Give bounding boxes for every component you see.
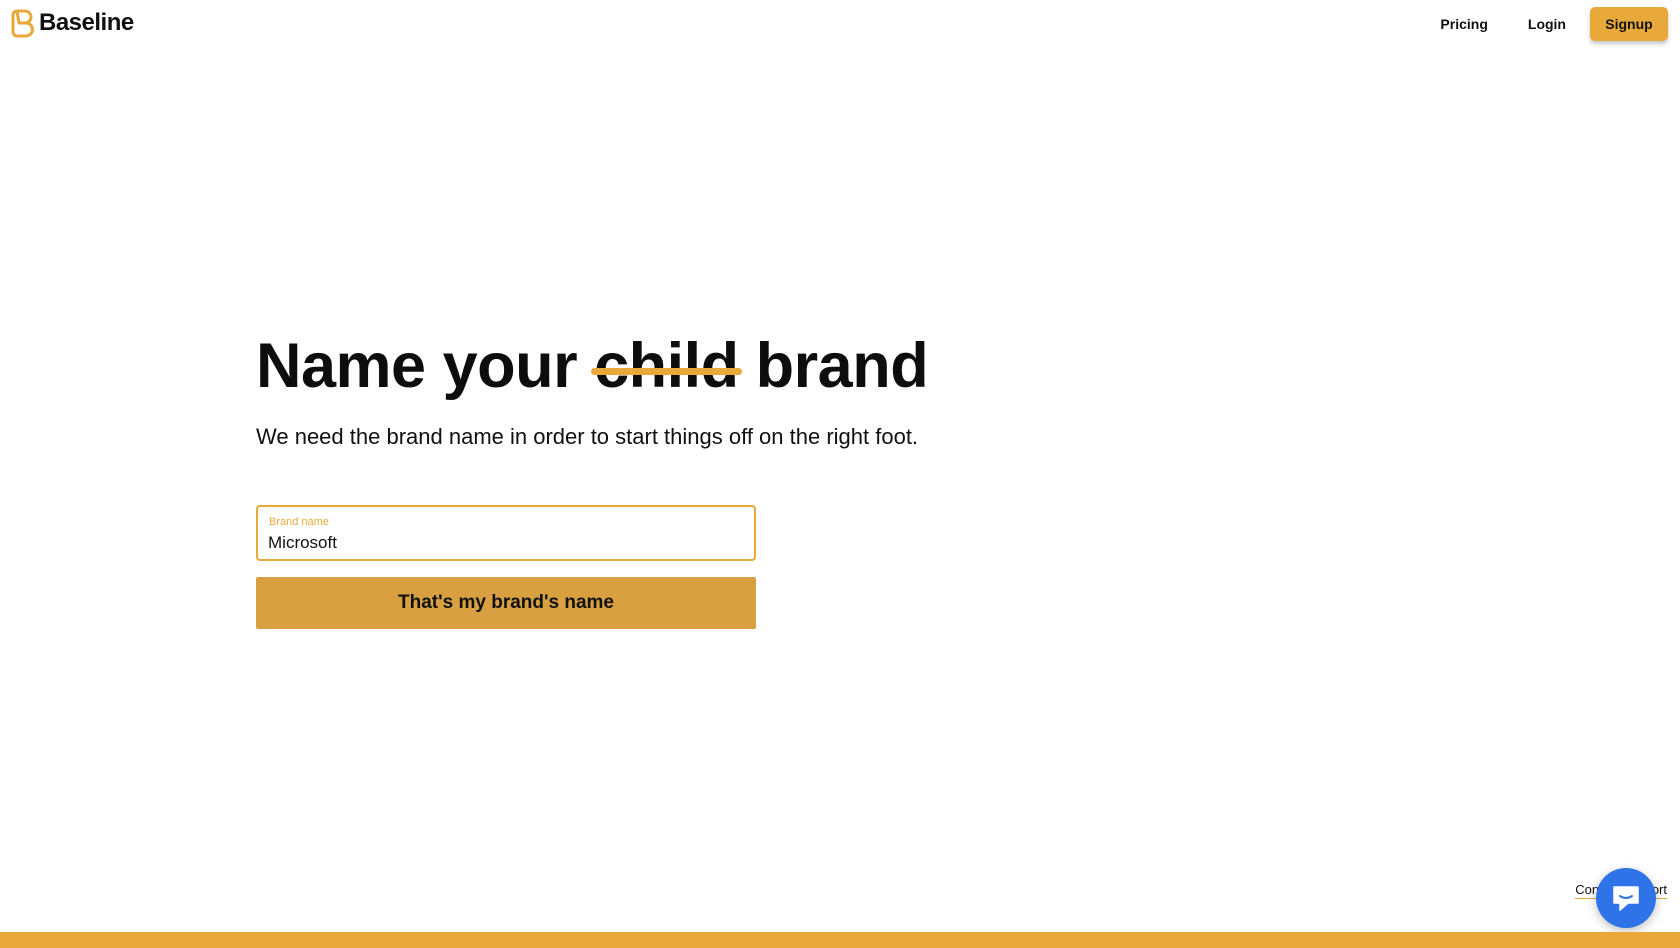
page: Baseline Pricing Login Signup Name your … (0, 0, 1680, 948)
headline-after: brand (755, 331, 929, 401)
nav-login-link[interactable]: Login (1508, 7, 1586, 41)
signup-button[interactable]: Signup (1590, 7, 1668, 41)
brand-name-label: Brand name (269, 516, 329, 528)
page-title: Name your child brand (256, 328, 1056, 404)
logo-text: Baseline (39, 9, 134, 36)
submit-brand-button[interactable]: That's my brand's name (256, 577, 756, 629)
main-nav: Pricing Login Signup (1420, 7, 1668, 41)
baseline-logo-icon (11, 8, 35, 38)
chat-launcher-button[interactable] (1596, 868, 1656, 928)
chat-bubble-icon (1611, 884, 1641, 912)
logo-link[interactable]: Baseline (11, 8, 134, 38)
nav-pricing-link[interactable]: Pricing (1420, 7, 1507, 41)
headline-struck-word: child (591, 328, 742, 404)
brand-name-field[interactable]: Brand name (256, 505, 756, 561)
bottom-accent-bar (0, 932, 1680, 948)
site-header: Baseline Pricing Login Signup (0, 0, 1680, 46)
brand-name-input[interactable] (268, 531, 738, 555)
page-subtitle: We need the brand name in order to start… (256, 424, 919, 449)
headline-before: Name your (256, 331, 578, 401)
